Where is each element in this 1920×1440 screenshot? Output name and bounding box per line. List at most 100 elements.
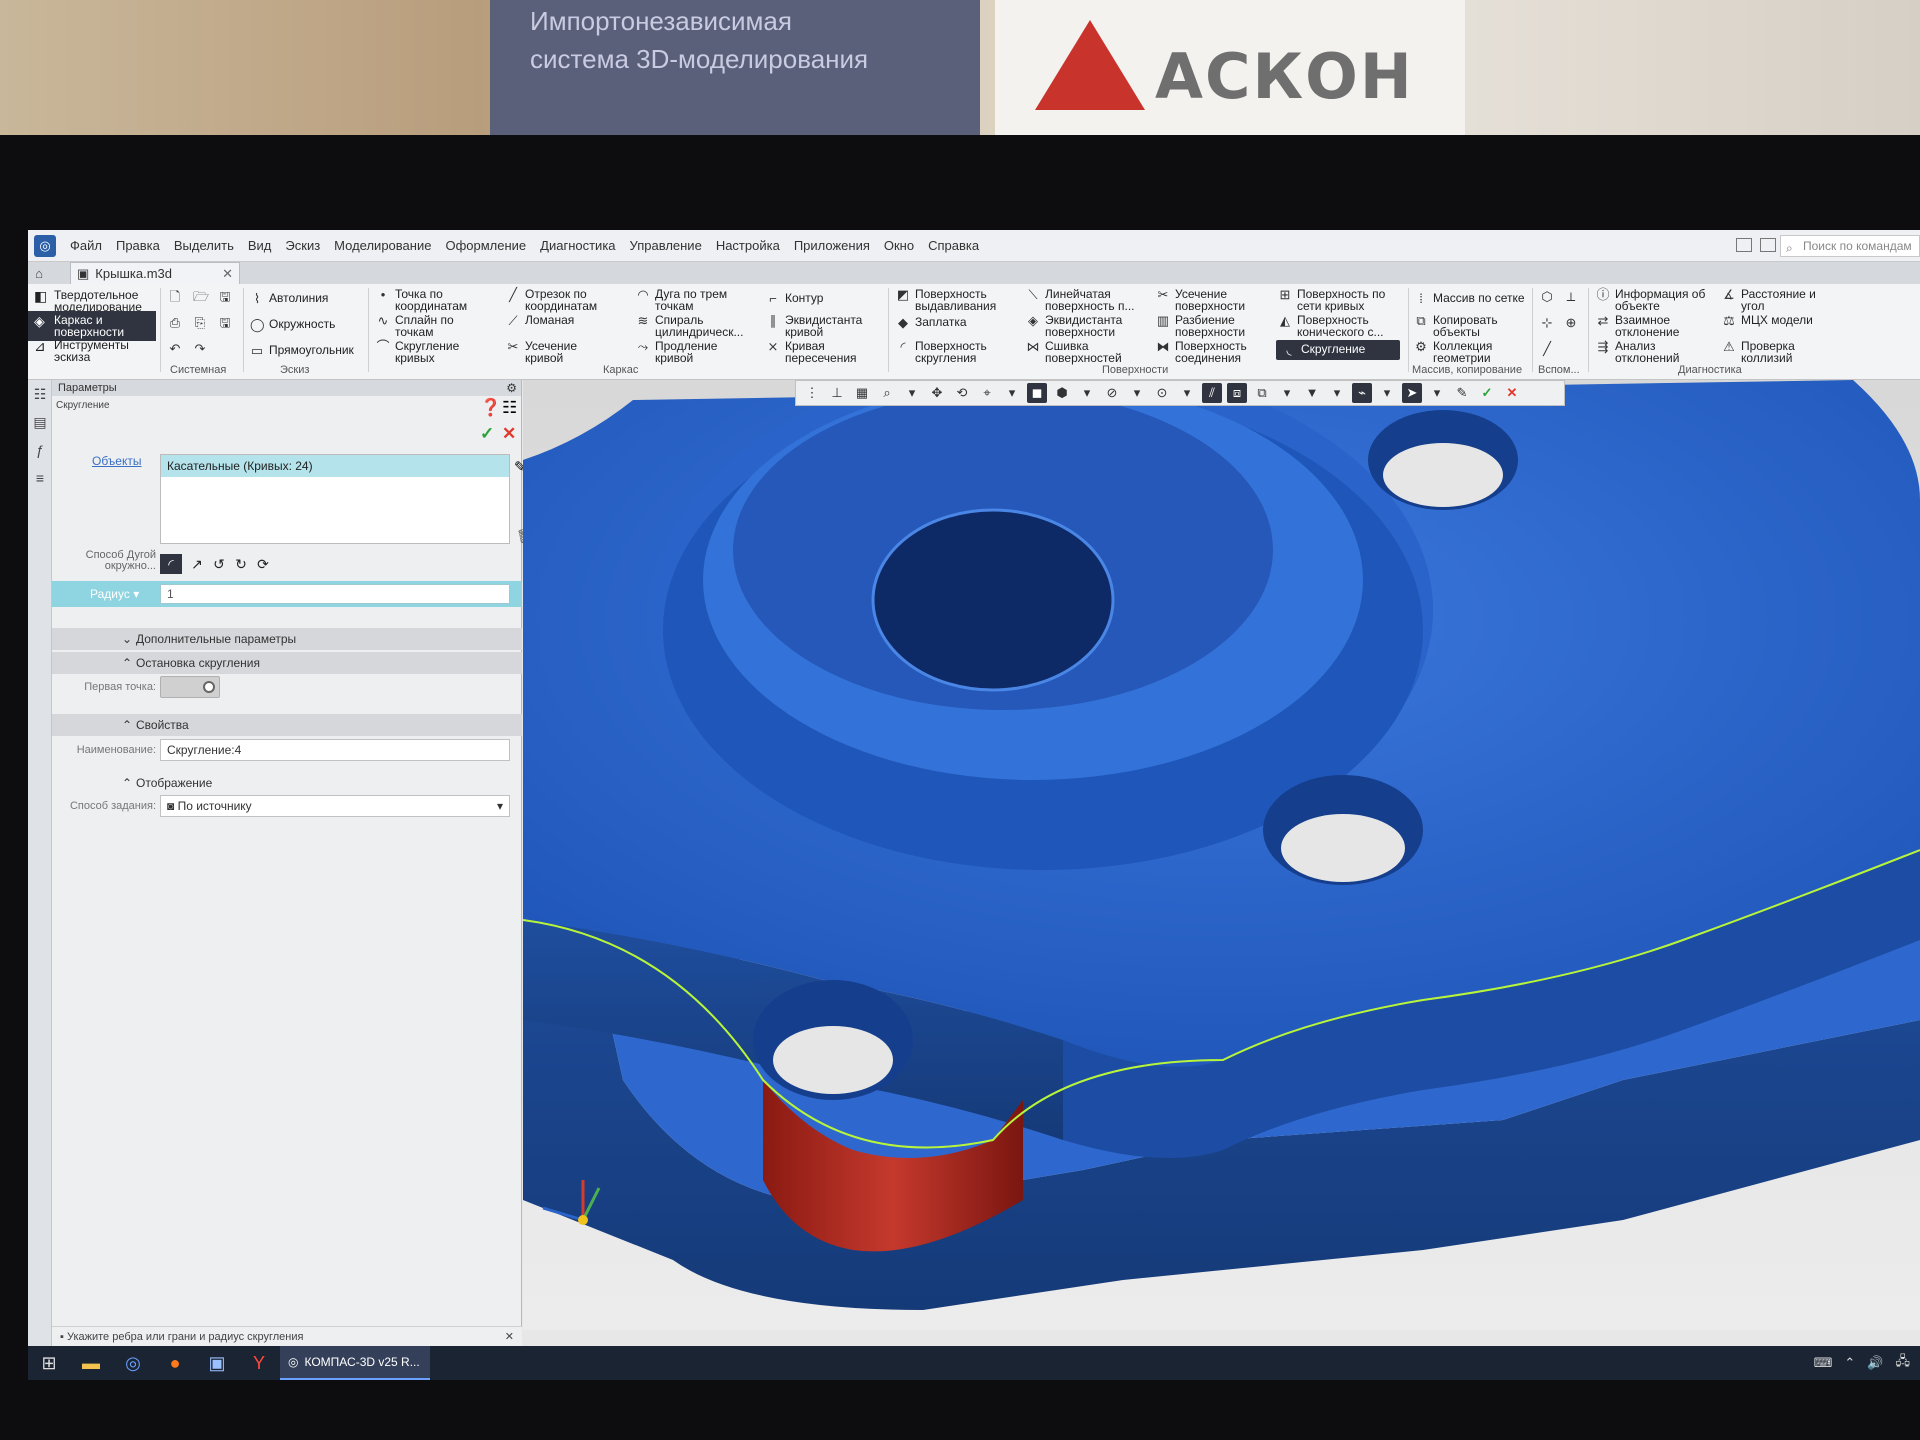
snap-icon[interactable]: ⌁ xyxy=(1352,383,1372,403)
file-explorer-icon[interactable]: ▬ xyxy=(70,1346,112,1380)
menu-file[interactable]: Файл xyxy=(70,238,102,253)
help-icon[interactable]: ❓ xyxy=(480,398,501,418)
dropdown-arrow-icon[interactable]: ▾ xyxy=(1327,383,1347,403)
aux-csys-button[interactable]: ⊹ xyxy=(1540,316,1554,330)
collision-check-button[interactable]: ⚠ Проверка коллизий xyxy=(1722,340,1832,365)
trim-surface-button[interactable]: ✂ Усечение поверхности xyxy=(1156,288,1268,313)
rotate-icon[interactable]: ⟲ xyxy=(952,383,972,403)
section-display[interactable]: ⌃ Отображение xyxy=(52,772,522,794)
menu-diagnostics[interactable]: Диагностика xyxy=(540,238,615,253)
variable-method-icon[interactable]: ⟳ xyxy=(252,554,274,574)
menu-view[interactable]: Вид xyxy=(248,238,272,253)
windows-start-icon[interactable]: ⊞ xyxy=(28,1346,70,1380)
dropdown-arrow-icon[interactable]: ▾ xyxy=(902,383,922,403)
section-properties[interactable]: ⌃ Свойства xyxy=(52,714,522,736)
keyboard-icon[interactable]: ⌨ xyxy=(1814,1355,1833,1371)
patch-button[interactable]: ◆ Заплатка xyxy=(896,316,1016,330)
mode-select[interactable]: ◙ По источнику ▾ xyxy=(160,795,510,817)
contour-button[interactable]: ⌐ Контур xyxy=(766,292,876,306)
circle-button[interactable]: ◯ Окружность xyxy=(250,318,335,332)
menu-select[interactable]: Выделить xyxy=(174,238,234,253)
grid-icon[interactable]: ⋮ xyxy=(802,383,822,403)
cancel-icon[interactable]: ✕ xyxy=(1502,383,1522,403)
aux-plane-button[interactable]: ⬡ xyxy=(1540,290,1554,304)
intersection-curve-button[interactable]: ⨯ Кривая пересечения xyxy=(766,340,876,365)
radius-input[interactable]: 1 xyxy=(160,584,510,604)
offset-curve-button[interactable]: ∥ Эквидистанта кривой xyxy=(766,314,876,339)
image-viewer-icon[interactable]: ▣ xyxy=(196,1346,238,1380)
network-surface-button[interactable]: ⊞ Поверхность по сети кривых xyxy=(1278,288,1398,313)
print-button[interactable]: ⎙ xyxy=(168,316,182,330)
dropdown-arrow-icon[interactable]: ▾ xyxy=(1127,383,1147,403)
yandex-browser-icon[interactable]: Y xyxy=(238,1346,280,1380)
ribbon-tab-sketch-tools[interactable]: ⊿ Инструменты эскиза xyxy=(28,336,156,366)
kompas-taskbar-icon[interactable]: ◎ xyxy=(112,1346,154,1380)
kompas-app-icon[interactable]: ◎ xyxy=(34,234,56,257)
distance-angle-button[interactable]: ∡ Расстояние и угол xyxy=(1722,288,1832,313)
object-info-button[interactable]: ⓘ Информация об объекте xyxy=(1596,288,1711,313)
geometry-collection-button[interactable]: ⚙ Коллекция геометрии xyxy=(1414,340,1534,365)
menu-design[interactable]: Оформление xyxy=(445,238,526,253)
section-stop-fillet[interactable]: ⌃ Остановка скругления xyxy=(52,652,522,674)
menu-apps[interactable]: Приложения xyxy=(794,238,870,253)
shaded-view-icon[interactable]: ◼ xyxy=(1027,383,1047,403)
redo-button[interactable]: ↷ xyxy=(193,342,207,356)
menu-modeling[interactable]: Моделирование xyxy=(334,238,431,253)
dropdown-arrow-icon[interactable]: ▾ xyxy=(1077,383,1097,403)
dropdown-arrow-icon[interactable]: ▾ xyxy=(1177,383,1197,403)
dropdown-arrow-icon[interactable]: ▾ xyxy=(1377,383,1397,403)
tree-view-icon[interactable]: ☷ xyxy=(502,398,517,418)
objects-link[interactable]: Объекты xyxy=(92,454,142,468)
camera-icon[interactable]: ⊙ xyxy=(1152,383,1172,403)
grid-array-button[interactable]: ⁞ Массив по сетке xyxy=(1414,292,1534,306)
gear-icon[interactable]: ⚙ xyxy=(506,380,517,396)
close-tab-icon[interactable]: ✕ xyxy=(222,266,233,282)
dropdown-arrow-icon[interactable]: ▾ xyxy=(1277,383,1297,403)
tab-document[interactable]: ▣ Крышка.m3d ✕ xyxy=(70,262,240,284)
3d-viewport[interactable]: ⋮ ⊥ ▦ ⌕ ▾ ✥ ⟲ ⌖ ▾ ◼ ⬢ ▾ ⊘ ▾ ⊙ ▾ ⫽ ⧈ ⧉ ▾ … xyxy=(523,380,1920,1330)
confirm-icon[interactable]: ✓ xyxy=(480,424,494,444)
stitch-button[interactable]: ⋈ Сшивка поверхностей xyxy=(1026,340,1146,365)
firefox-icon[interactable]: ● xyxy=(154,1346,196,1380)
home-icon[interactable]: ⌂ xyxy=(28,262,50,284)
variables-icon[interactable]: ƒ xyxy=(28,436,52,464)
screenshot-icon[interactable] xyxy=(1760,238,1776,252)
menu-management[interactable]: Управление xyxy=(630,238,702,253)
split-surface-button[interactable]: ▥ Разбиение поверхности xyxy=(1156,314,1268,339)
csys-toggle-icon[interactable]: ⊥ xyxy=(827,383,847,403)
name-input[interactable]: Скругление:4 xyxy=(160,739,510,761)
extrude-surface-button[interactable]: ◩ Поверхность выдавливания xyxy=(896,288,1016,313)
cancel-icon[interactable]: ✕ xyxy=(502,424,516,444)
layers-icon[interactable]: ≡ xyxy=(28,464,52,492)
select-icon[interactable]: ➤ xyxy=(1402,383,1422,403)
objects-list[interactable]: Касательные (Кривых: 24) xyxy=(160,454,510,544)
fillet-button[interactable]: ◟ Скругление xyxy=(1276,340,1400,360)
autoline-button[interactable]: ⌇ Автолиния xyxy=(250,292,329,306)
wireframe-view-icon[interactable]: ⬢ xyxy=(1052,383,1072,403)
pencil-icon[interactable]: ✎ xyxy=(1452,383,1472,403)
rectangle-button[interactable]: ▭ Прямоугольник xyxy=(250,344,354,358)
dropdown-arrow-icon[interactable]: ▾ xyxy=(1002,383,1022,403)
menu-window[interactable]: Окно xyxy=(884,238,914,253)
fillet-surface-button[interactable]: ◜ Поверхность скругления xyxy=(896,340,1016,365)
curve-fillet-button[interactable]: ⌒ Скругление кривых xyxy=(376,340,488,365)
conic-surface-button[interactable]: ◭ Поверхность конического с... xyxy=(1278,314,1398,339)
first-point-toggle[interactable] xyxy=(160,676,220,698)
preview-button[interactable]: ⎘ xyxy=(193,316,207,330)
extend-curve-button[interactable]: ⤳ Продление кривой xyxy=(636,340,754,365)
aux-line-button[interactable]: ╱ xyxy=(1540,342,1554,356)
orientation-icon[interactable]: ⌖ xyxy=(977,383,997,403)
close-hint-icon[interactable]: ✕ xyxy=(505,1327,514,1347)
network-icon[interactable]: 🖧 xyxy=(1896,1352,1911,1374)
menu-sketch[interactable]: Эскиз xyxy=(285,238,320,253)
join-surface-button[interactable]: ⧓ Поверхность соединения xyxy=(1156,340,1268,365)
layers-view-icon[interactable]: ⧉ xyxy=(1252,383,1272,403)
ruled-surface-button[interactable]: ⟍ Линейчатая поверхность п... xyxy=(1026,288,1146,313)
menu-settings[interactable]: Настройка xyxy=(716,238,780,253)
trim-curve-button[interactable]: ✂ Усечение кривой xyxy=(506,340,618,365)
pan-icon[interactable]: ✥ xyxy=(927,383,947,403)
save-all-button[interactable]: 🖫 xyxy=(218,316,232,330)
deviation-analysis-button[interactable]: ⇶ Анализ отклонений xyxy=(1596,340,1711,365)
undo-button[interactable]: ↶ xyxy=(168,342,182,356)
offset-surface-button[interactable]: ◈ Эквидистанта поверхности xyxy=(1026,314,1146,339)
